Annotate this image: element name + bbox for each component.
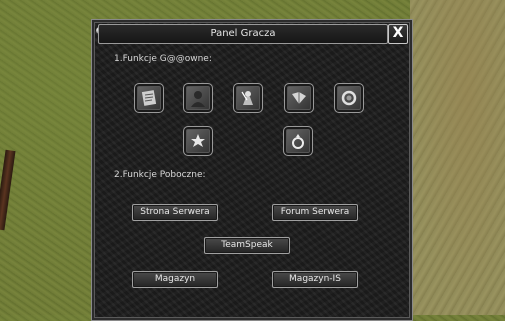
ring-icon-button[interactable] — [283, 126, 313, 156]
teamspeak-button[interactable]: TeamSpeak — [204, 237, 290, 254]
storage-button[interactable]: Magazyn — [132, 271, 218, 288]
book-icon-button[interactable] — [284, 83, 314, 113]
book-icon — [292, 92, 306, 104]
main-functions-label: 1.Funkcje G@@owne: — [114, 54, 212, 64]
silhouette-icon — [191, 91, 205, 107]
emblem-icon-button[interactable] — [183, 126, 213, 156]
terrain-stick — [0, 149, 16, 231]
warrior-icon-button[interactable] — [233, 83, 263, 113]
titlebar[interactable]: Panel Gracza — [98, 24, 388, 44]
storage-is-button[interactable]: Magazyn-IS — [272, 271, 358, 288]
ring-swirl-icon — [341, 90, 357, 106]
warrior-icon — [241, 91, 253, 105]
scroll-icon — [141, 90, 157, 106]
ring-swirl-icon-button[interactable] — [334, 83, 364, 113]
server-page-button[interactable]: Strona Serwera — [132, 204, 218, 221]
window-title: Panel Gracza — [210, 28, 276, 39]
server-forum-button[interactable]: Forum Serwera — [272, 204, 358, 221]
player-panel-window: Panel Gracza X 1.Funkcje G@@owne: 2.Funk… — [91, 19, 413, 321]
close-button[interactable]: X — [388, 24, 408, 44]
silhouette-icon-button[interactable] — [183, 83, 213, 113]
side-functions-label: 2.Funkcje Poboczne: — [114, 170, 206, 180]
ring-icon — [292, 134, 304, 149]
scroll-icon-button[interactable] — [134, 83, 164, 113]
emblem-icon — [191, 134, 205, 147]
terrain-dirt — [410, 0, 505, 315]
